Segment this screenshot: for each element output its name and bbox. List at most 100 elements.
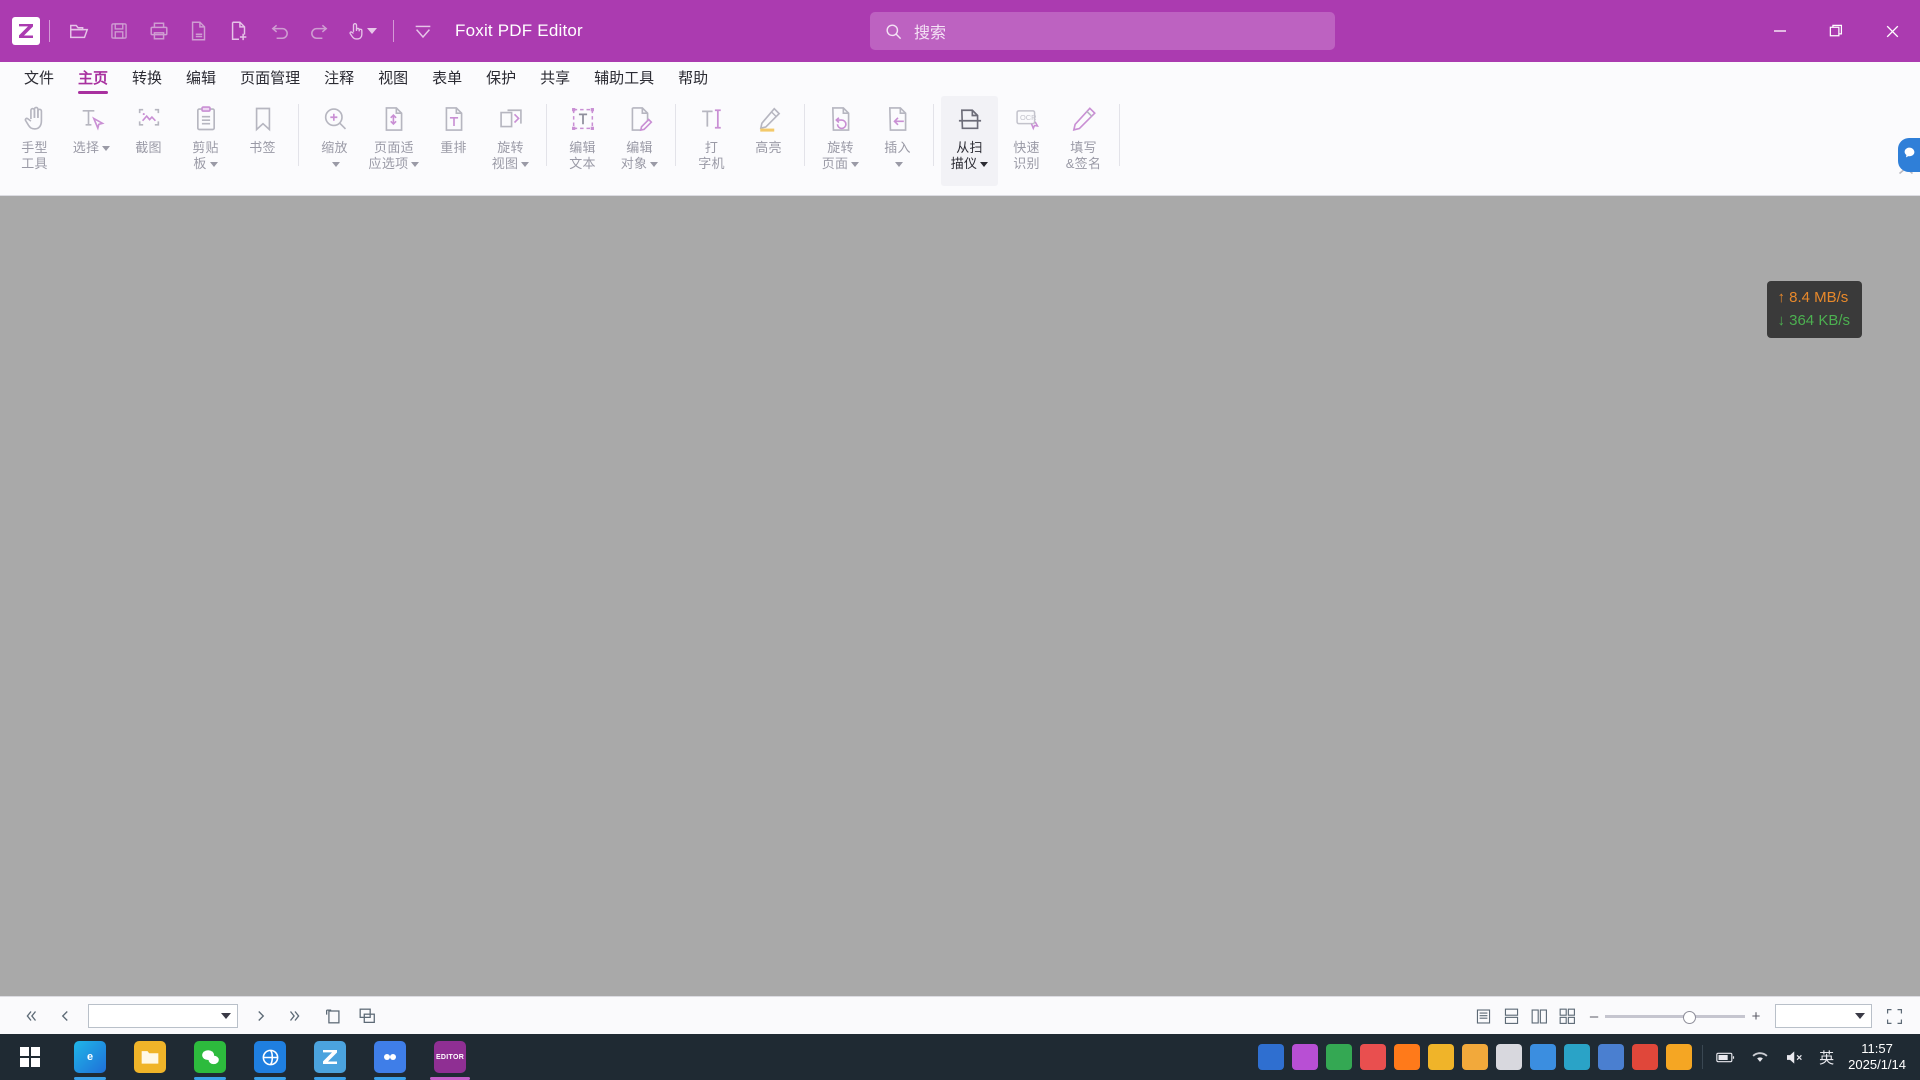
start-button[interactable] <box>0 1034 60 1080</box>
ribbon-highlight[interactable]: 高亮 <box>740 96 797 186</box>
ribbon-rotate-pages[interactable]: 旋转 页面 <box>812 96 869 186</box>
ribbon-fit-page[interactable]: 页面适 应选项 <box>363 96 425 186</box>
two-page-view-icon[interactable] <box>1525 1003 1553 1029</box>
chevron-down-icon[interactable] <box>221 1013 231 1019</box>
menu-item-home[interactable]: 主页 <box>66 62 120 96</box>
ribbon-reflow[interactable]: 重排 <box>425 96 482 186</box>
menu-item-comment[interactable]: 注释 <box>312 62 366 96</box>
ribbon-hand-tool[interactable]: 手型 工具 <box>6 96 63 186</box>
taskbar-browser[interactable] <box>240 1034 300 1080</box>
taskbar-edge[interactable]: e <box>60 1034 120 1080</box>
touch-mode-icon[interactable] <box>342 14 381 48</box>
ribbon-rotate-view[interactable]: 旋转 视图 <box>482 96 539 186</box>
ribbon-from-scanner[interactable]: 从扫 描仪 <box>941 96 998 186</box>
tray-window-icon[interactable] <box>1496 1044 1523 1070</box>
ribbon-ocr[interactable]: OCR 快速 识别 <box>998 96 1055 186</box>
chevron-down-icon[interactable] <box>851 162 860 168</box>
tray-document-icon[interactable] <box>1598 1044 1625 1070</box>
ribbon-edit-object[interactable]: 编辑 对象 <box>611 96 668 186</box>
tray-folder-icon[interactable] <box>1428 1044 1455 1070</box>
redo-icon[interactable] <box>302 14 336 48</box>
ribbon-typewriter[interactable]: 打字机 <box>683 96 740 186</box>
chevron-down-icon[interactable] <box>980 162 989 168</box>
ime-indicator[interactable]: 英 <box>1819 1047 1834 1068</box>
feedback-side-tab[interactable] <box>1898 138 1920 172</box>
battery-icon[interactable] <box>1713 1044 1739 1070</box>
save-icon[interactable] <box>102 14 136 48</box>
chevron-down-icon[interactable] <box>521 162 530 168</box>
taskbar-file-explorer[interactable] <box>120 1034 180 1080</box>
chevron-down-icon[interactable] <box>102 146 111 152</box>
email-icon[interactable] <box>182 14 216 48</box>
tray-video-icon[interactable] <box>1530 1044 1557 1070</box>
tray-flag-icon[interactable] <box>1666 1044 1693 1070</box>
ribbon-clipboard[interactable]: 剪贴 板 <box>177 96 234 186</box>
first-page-button[interactable] <box>18 1003 44 1029</box>
chevron-down-icon[interactable] <box>331 162 340 168</box>
chevron-down-icon[interactable] <box>894 162 903 168</box>
previous-page-button[interactable] <box>52 1003 78 1029</box>
continuous-scroll-view-icon[interactable] <box>1497 1003 1525 1029</box>
zoom-level-input[interactable] <box>1775 1004 1872 1028</box>
ribbon-insert-pages[interactable]: 插入 <box>869 96 926 186</box>
zoom-slider[interactable]: – + <box>1587 1008 1763 1025</box>
new-document-icon[interactable] <box>222 14 256 48</box>
close-button[interactable] <box>1864 0 1920 62</box>
restore-button[interactable] <box>1808 0 1864 62</box>
menu-item-form[interactable]: 表单 <box>420 62 474 96</box>
menu-item-share[interactable]: 共享 <box>528 62 582 96</box>
menu-item-edit[interactable]: 编辑 <box>174 62 228 96</box>
chevron-down-icon[interactable] <box>1855 1013 1865 1019</box>
page-number-input[interactable] <box>88 1004 238 1028</box>
ribbon-fill-sign[interactable]: 填写 &签名 <box>1055 96 1112 186</box>
document-canvas[interactable] <box>0 196 1920 996</box>
chevron-down-icon[interactable] <box>367 28 377 34</box>
taskbar-foxit-editor[interactable]: EDITOR <box>420 1034 480 1080</box>
clock[interactable]: 11:57 2025/1/14 <box>1848 1041 1906 1073</box>
fit-width-icon[interactable] <box>320 1003 346 1029</box>
taskbar-foxit-reader[interactable] <box>300 1034 360 1080</box>
next-page-button[interactable] <box>248 1003 274 1029</box>
two-page-continuous-view-icon[interactable] <box>1553 1003 1581 1029</box>
taskbar-kdocs[interactable] <box>360 1034 420 1080</box>
minimize-button[interactable] <box>1752 0 1808 62</box>
zoom-out-button[interactable]: – <box>1587 1008 1601 1025</box>
wifi-icon[interactable] <box>1747 1044 1773 1070</box>
chevron-down-icon[interactable] <box>650 162 659 168</box>
menu-item-view[interactable]: 视图 <box>366 62 420 96</box>
open-icon[interactable] <box>62 14 96 48</box>
customize-toolbar-icon[interactable] <box>406 14 440 48</box>
menu-item-protect[interactable]: 保护 <box>474 62 528 96</box>
tray-meeting-icon[interactable] <box>1292 1044 1319 1070</box>
menu-item-pages[interactable]: 页面管理 <box>228 62 312 96</box>
single-page-view-icon[interactable] <box>1469 1003 1497 1029</box>
menu-item-convert[interactable]: 转换 <box>120 62 174 96</box>
search-input[interactable]: 搜索 <box>870 12 1335 50</box>
print-icon[interactable] <box>142 14 176 48</box>
tray-paint-icon[interactable] <box>1360 1044 1387 1070</box>
menu-item-file[interactable]: 文件 <box>12 62 66 96</box>
chevron-down-icon[interactable] <box>411 162 420 168</box>
fullscreen-icon[interactable] <box>1880 1003 1908 1029</box>
ribbon-snapshot[interactable]: 截图 <box>120 96 177 186</box>
taskbar-wechat[interactable] <box>180 1034 240 1080</box>
chevron-down-icon[interactable] <box>209 162 218 168</box>
tray-mail-icon[interactable] <box>1632 1044 1659 1070</box>
ribbon-zoom[interactable]: 缩放 <box>306 96 363 186</box>
menu-item-help[interactable]: 帮助 <box>666 62 720 96</box>
zoom-slider-handle[interactable] <box>1683 1010 1696 1024</box>
last-page-button[interactable] <box>282 1003 308 1029</box>
tray-music-icon[interactable] <box>1394 1044 1421 1070</box>
zoom-in-button[interactable]: + <box>1749 1008 1763 1025</box>
menu-item-accessibility[interactable]: 辅助工具 <box>582 62 666 96</box>
volume-mute-icon[interactable] <box>1781 1044 1807 1070</box>
fit-page-icon[interactable] <box>354 1003 380 1029</box>
ribbon-edit-text[interactable]: 编辑 文本 <box>554 96 611 186</box>
undo-icon[interactable] <box>262 14 296 48</box>
tray-screenshot-icon[interactable] <box>1258 1044 1285 1070</box>
ribbon-bookmark[interactable]: 书签 <box>234 96 291 186</box>
zoom-slider-track[interactable] <box>1605 1010 1745 1024</box>
tray-shield-icon[interactable] <box>1462 1044 1489 1070</box>
tray-cloud-icon[interactable] <box>1326 1044 1353 1070</box>
ribbon-select-tool[interactable]: 选择 <box>63 96 120 186</box>
